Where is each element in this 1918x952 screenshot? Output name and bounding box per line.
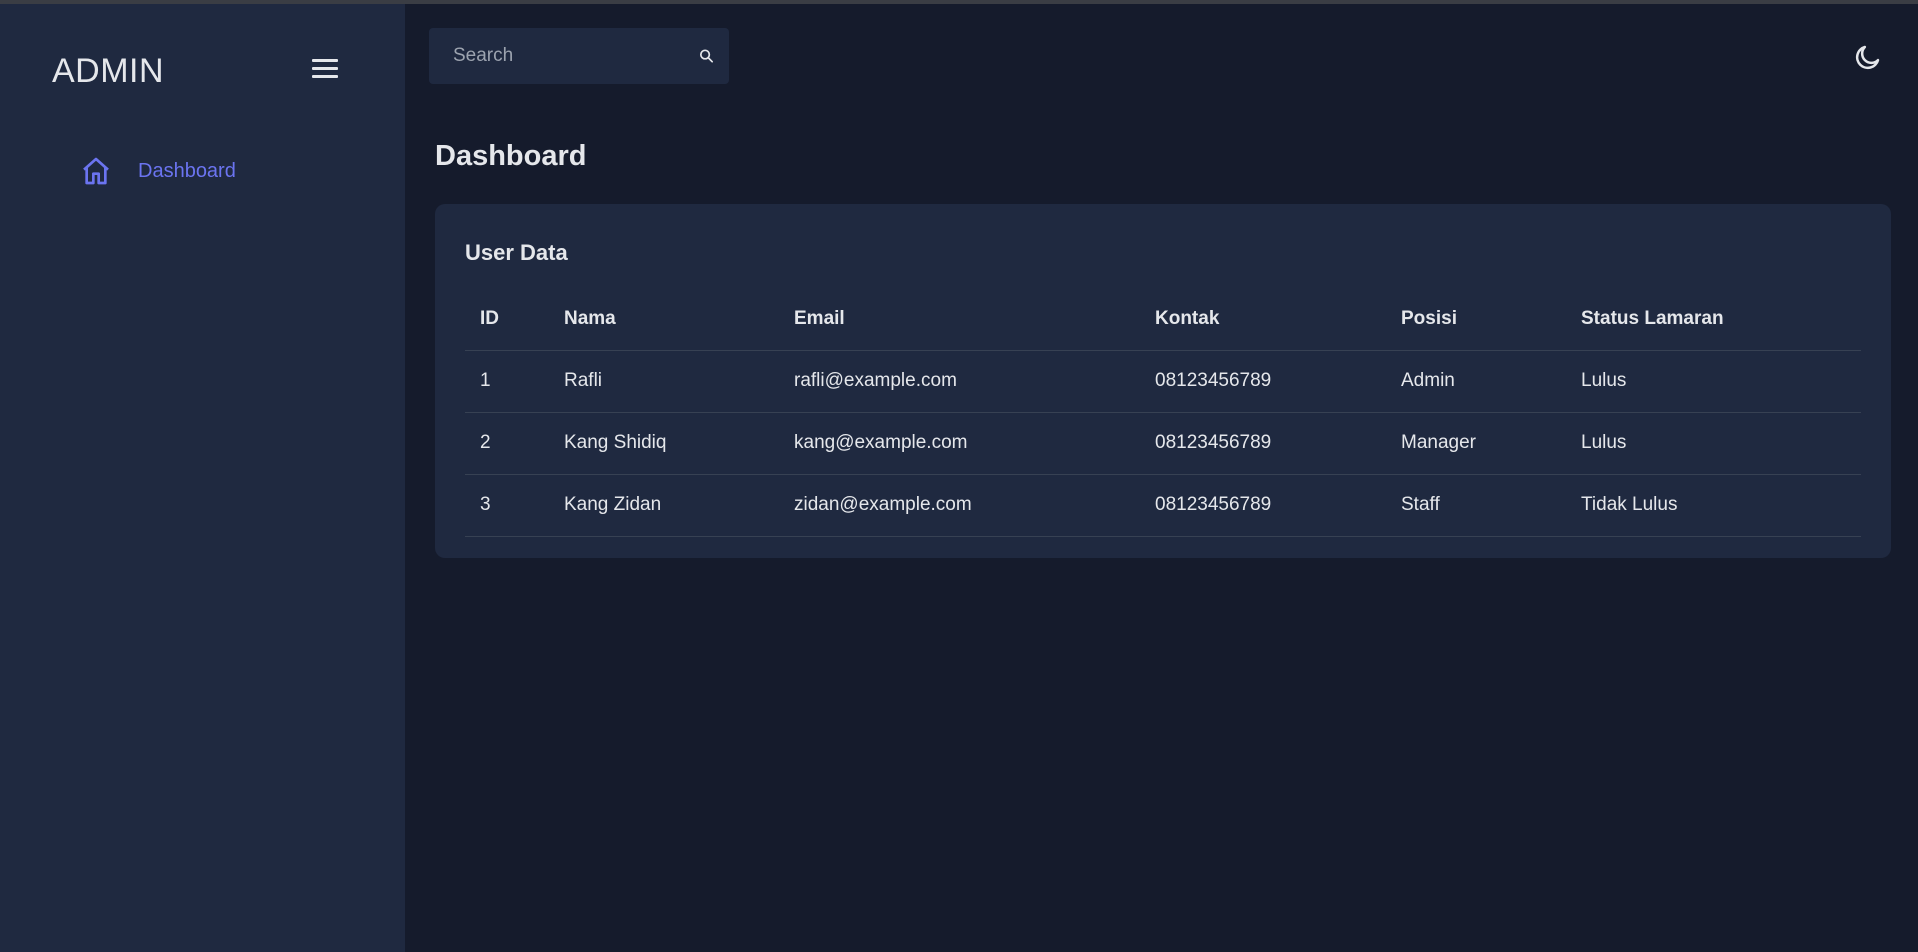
cell-id: 2 [465, 412, 549, 475]
cell-nama: Rafli [549, 350, 779, 413]
moon-icon[interactable] [1853, 42, 1883, 72]
sidebar: ADMIN Dashboard [0, 4, 405, 952]
cell-posisi: Manager [1386, 412, 1566, 475]
cell-email: zidan@example.com [779, 474, 1140, 537]
column-header-kontak: Kontak [1140, 288, 1386, 351]
cell-id: 1 [465, 350, 549, 413]
cell-status: Tidak Lulus [1566, 474, 1861, 537]
search-bar [429, 28, 729, 84]
cell-status: Lulus [1566, 412, 1861, 475]
search-input[interactable] [429, 45, 698, 67]
sidebar-item-dashboard[interactable]: Dashboard [80, 152, 236, 190]
main-content: Dashboard User Data ID Nama Email Kontak… [405, 4, 1918, 952]
hamburger-menu-icon[interactable] [312, 59, 338, 83]
table-header-row: ID Nama Email Kontak Posisi Status Lamar… [465, 288, 1861, 351]
user-data-card: User Data ID Nama Email Kontak Posisi St… [435, 204, 1891, 558]
column-header-nama: Nama [549, 288, 779, 351]
cell-status: Lulus [1566, 350, 1861, 413]
user-data-table: ID Nama Email Kontak Posisi Status Lamar… [465, 288, 1861, 537]
cell-nama: Kang Zidan [549, 474, 779, 537]
search-icon[interactable] [698, 42, 715, 70]
cell-kontak: 08123456789 [1140, 350, 1386, 413]
cell-kontak: 08123456789 [1140, 474, 1386, 537]
cell-id: 3 [465, 474, 549, 537]
cell-kontak: 08123456789 [1140, 412, 1386, 475]
cell-nama: Kang Shidiq [549, 412, 779, 475]
home-icon [83, 157, 109, 185]
table-row: 2 Kang Shidiq kang@example.com 081234567… [465, 412, 1861, 475]
brand-logo-text: ADMIN [52, 52, 165, 90]
card-title: User Data [465, 240, 568, 265]
cell-email: kang@example.com [779, 412, 1140, 475]
cell-email: rafli@example.com [779, 350, 1140, 413]
table-row: 1 Rafli rafli@example.com 08123456789 Ad… [465, 350, 1861, 413]
cell-posisi: Staff [1386, 474, 1566, 537]
column-header-posisi: Posisi [1386, 288, 1566, 351]
page-title: Dashboard [435, 140, 587, 172]
cell-posisi: Admin [1386, 350, 1566, 413]
column-header-email: Email [779, 288, 1140, 351]
column-header-status: Status Lamaran [1566, 288, 1861, 351]
table-row: 3 Kang Zidan zidan@example.com 081234567… [465, 474, 1861, 537]
column-header-id: ID [465, 288, 549, 351]
sidebar-item-label: Dashboard [138, 159, 236, 182]
